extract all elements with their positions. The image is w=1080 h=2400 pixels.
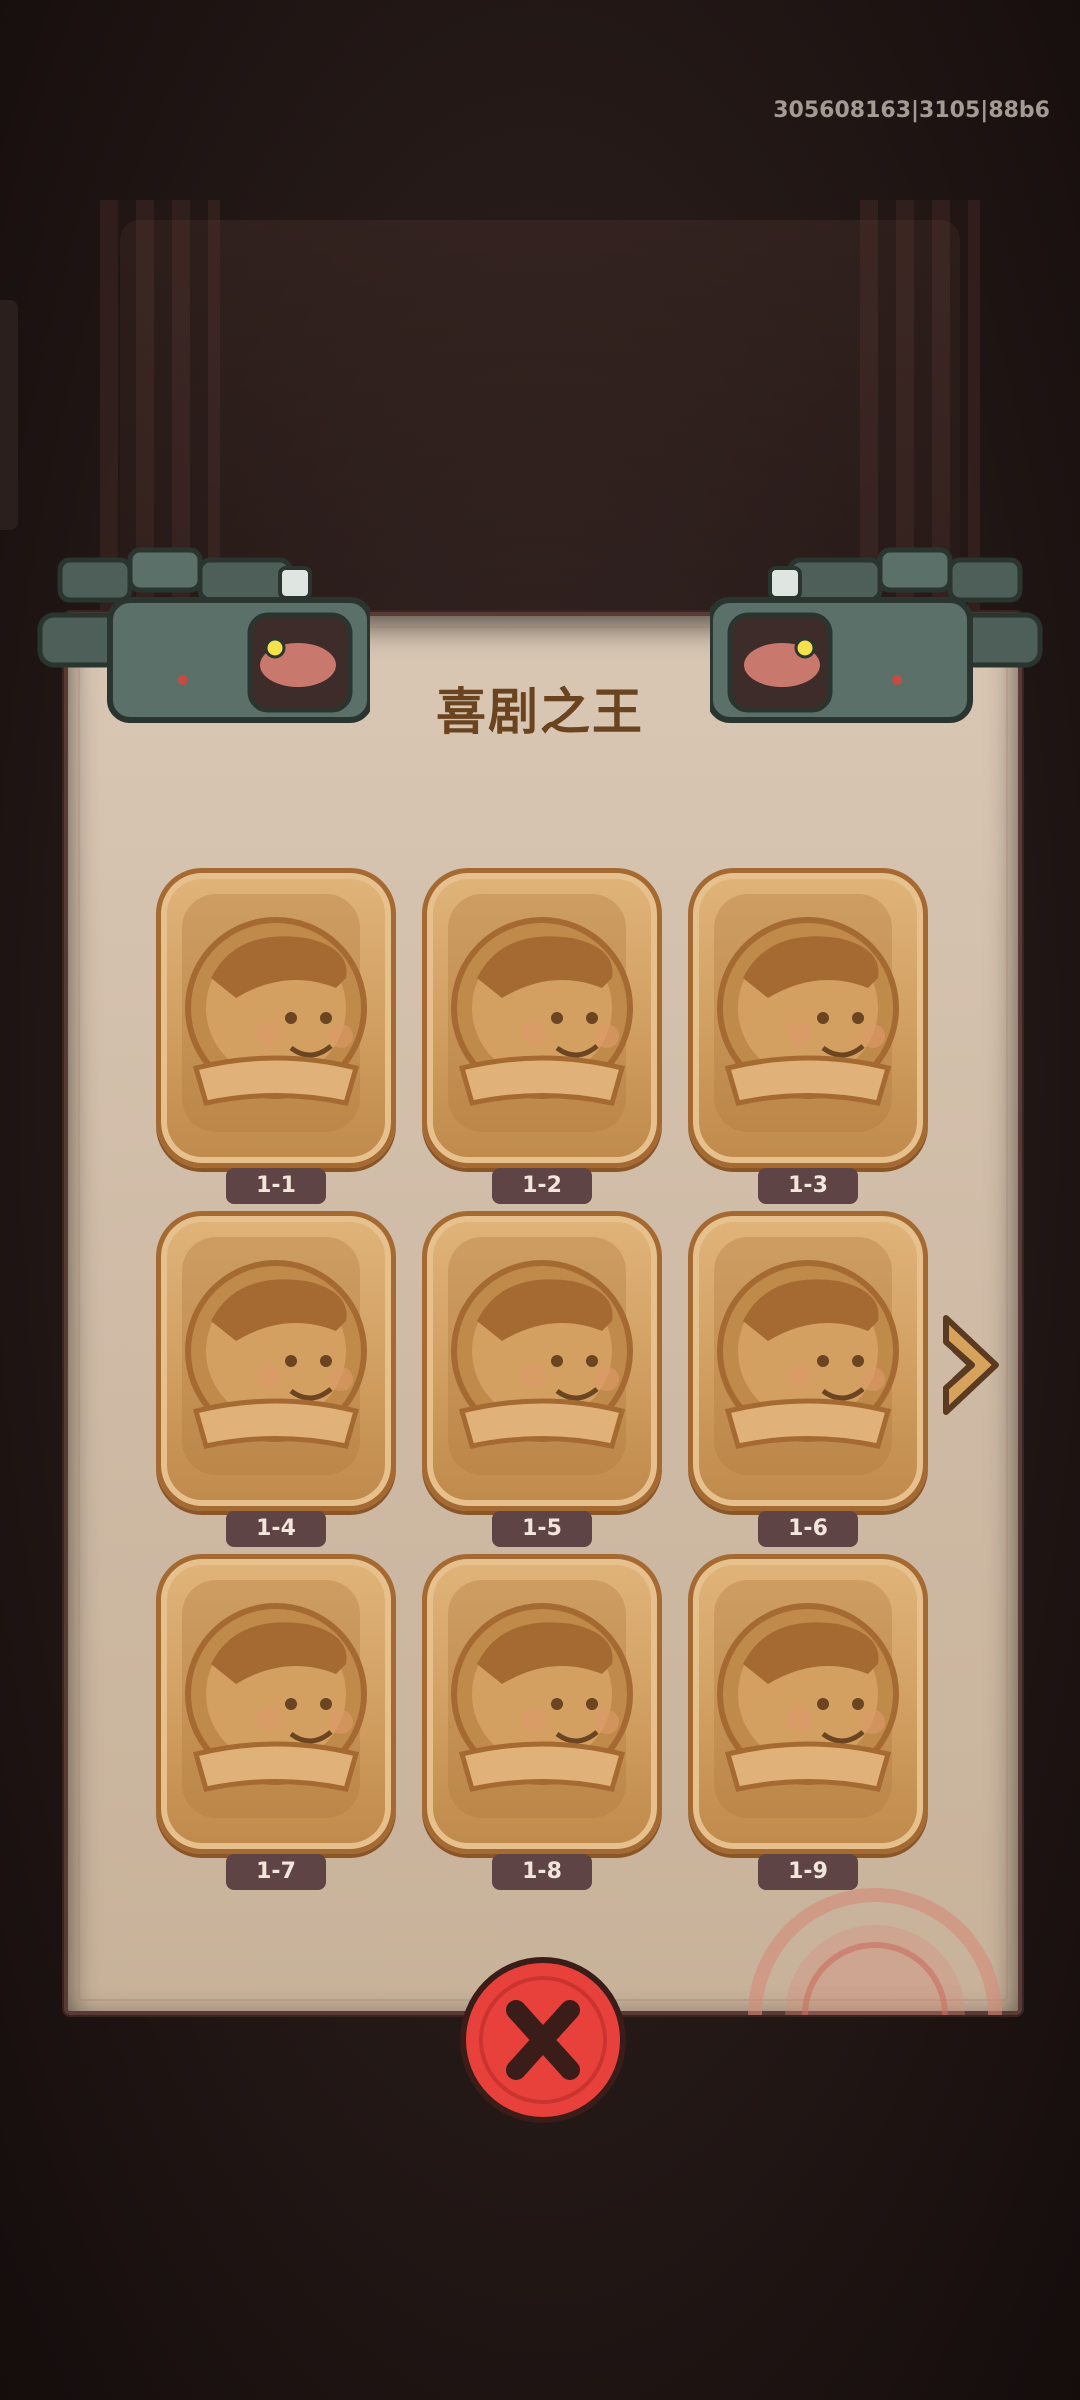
panel-title: 喜剧之王 xyxy=(436,683,644,741)
level-label: 1-8 xyxy=(492,1854,592,1890)
character-portrait-icon xyxy=(451,1603,633,1792)
close-button[interactable] xyxy=(458,1955,628,2125)
level-card-1-2[interactable]: 1-2 xyxy=(422,868,662,1204)
character-portrait-icon xyxy=(717,917,899,1106)
level-card-1-9[interactable]: 1-9 xyxy=(688,1554,928,1890)
character-portrait-icon xyxy=(185,1260,367,1449)
debug-code: 305608163|3105|88b6 xyxy=(773,98,1050,123)
level-card-1-3[interactable]: 1-3 xyxy=(688,868,928,1204)
level-label: 1-6 xyxy=(758,1511,858,1547)
character-portrait-icon xyxy=(185,1603,367,1792)
character-portrait-icon xyxy=(185,917,367,1106)
level-card-1-8[interactable]: 1-8 xyxy=(422,1554,662,1890)
character-portrait-icon xyxy=(451,917,633,1106)
level-card-1-7[interactable]: 1-7 xyxy=(156,1554,396,1890)
level-label: 1-1 xyxy=(226,1168,326,1204)
level-label: 1-2 xyxy=(492,1168,592,1204)
side-handle xyxy=(0,300,18,530)
stamp-icon xyxy=(748,1888,1002,2015)
character-portrait-icon xyxy=(717,1603,899,1792)
character-portrait-icon xyxy=(451,1260,633,1449)
level-card-1-4[interactable]: 1-4 xyxy=(156,1211,396,1547)
level-card-1-6[interactable]: 1-6 xyxy=(688,1211,928,1547)
arrow-right-icon[interactable] xyxy=(936,1310,1008,1420)
level-card-1-5[interactable]: 1-5 xyxy=(422,1211,662,1547)
character-portrait-icon xyxy=(717,1260,899,1449)
level-label: 1-5 xyxy=(492,1511,592,1547)
level-label: 1-4 xyxy=(226,1511,326,1547)
level-label: 1-7 xyxy=(226,1854,326,1890)
level-label: 1-3 xyxy=(758,1168,858,1204)
level-card-1-1[interactable]: 1-1 xyxy=(156,868,396,1204)
